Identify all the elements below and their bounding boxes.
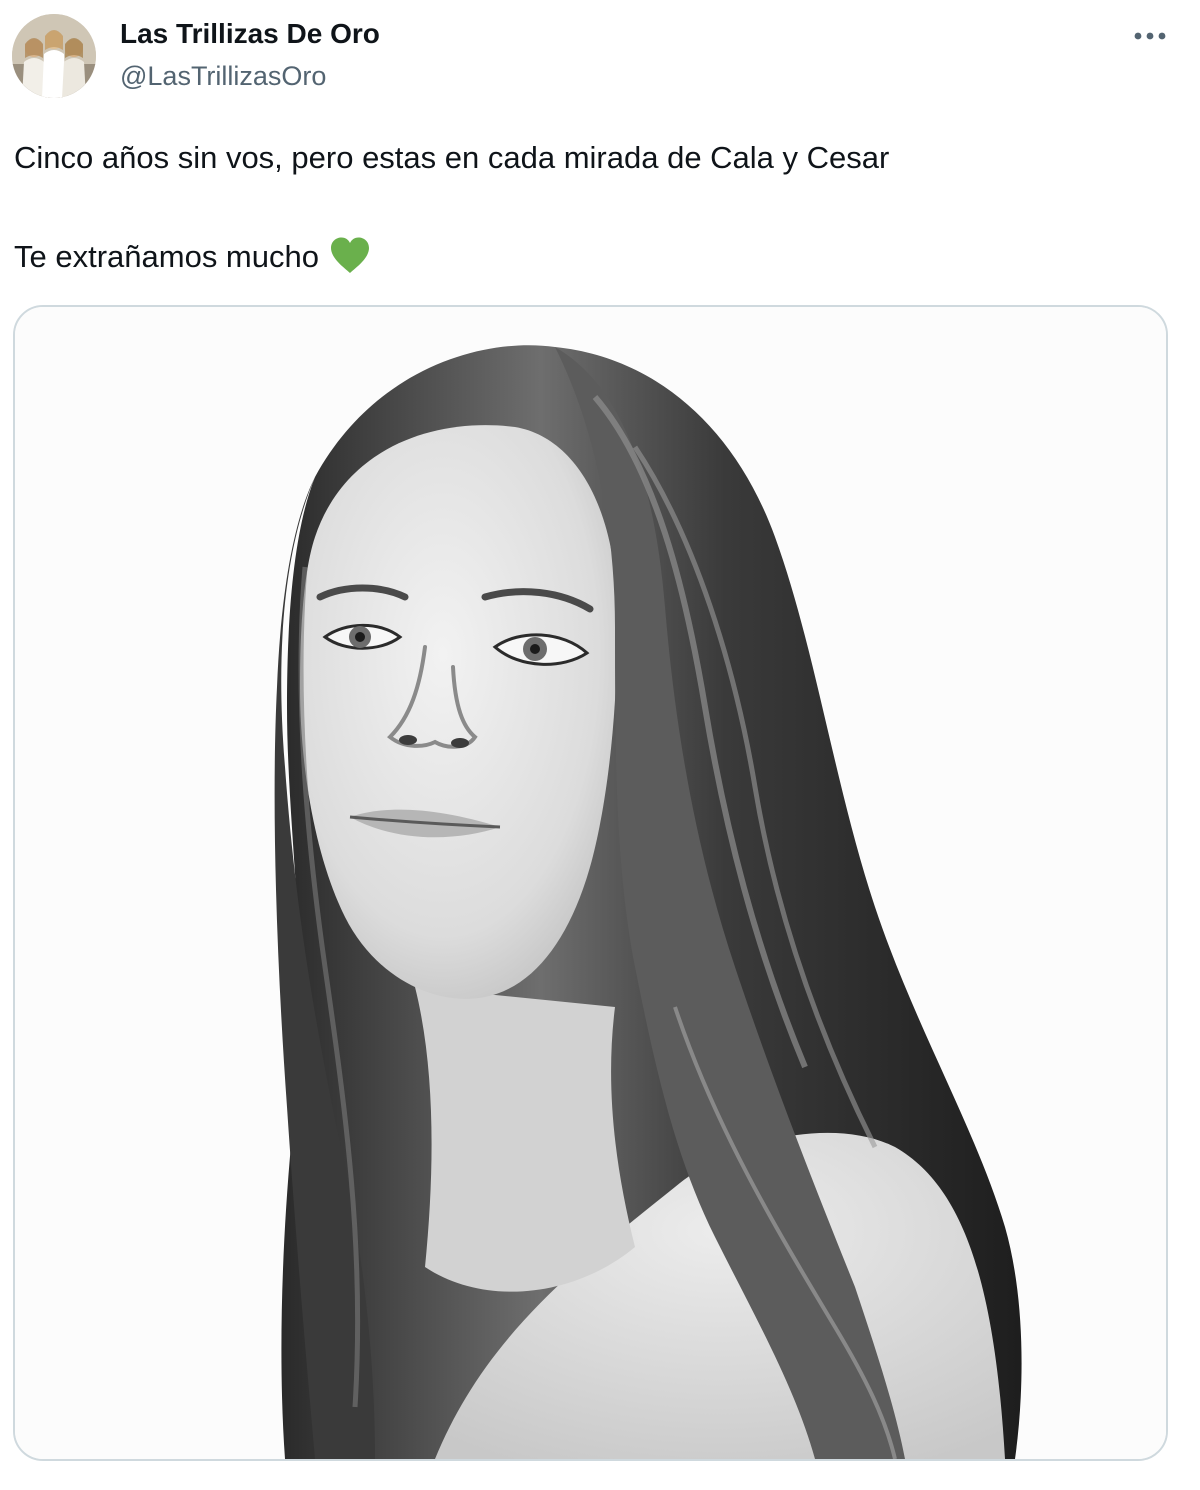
tweet-text-line-1: Cinco años sin vos, pero estas en cada m… [14,140,890,175]
author-handle[interactable]: @LasTrillizasOro [120,58,326,94]
avatar[interactable] [12,14,96,98]
tweet-photo[interactable] [13,305,1168,1461]
tweet-text-line-2-label: Te extrañamos mucho [14,239,319,274]
tweet-text-line-2: Te extrañamos mucho [14,236,371,284]
green-heart-icon [329,236,371,284]
more-options-button[interactable] [1126,16,1174,56]
more-horizontal-icon [1134,32,1166,40]
profile-photo-icon [12,14,96,98]
tweet[interactable]: Las Trillizas De Oro @LasTrillizasOro Ci… [0,0,1200,1490]
portrait-photo [15,307,1166,1459]
author-display-name[interactable]: Las Trillizas De Oro [120,16,380,52]
